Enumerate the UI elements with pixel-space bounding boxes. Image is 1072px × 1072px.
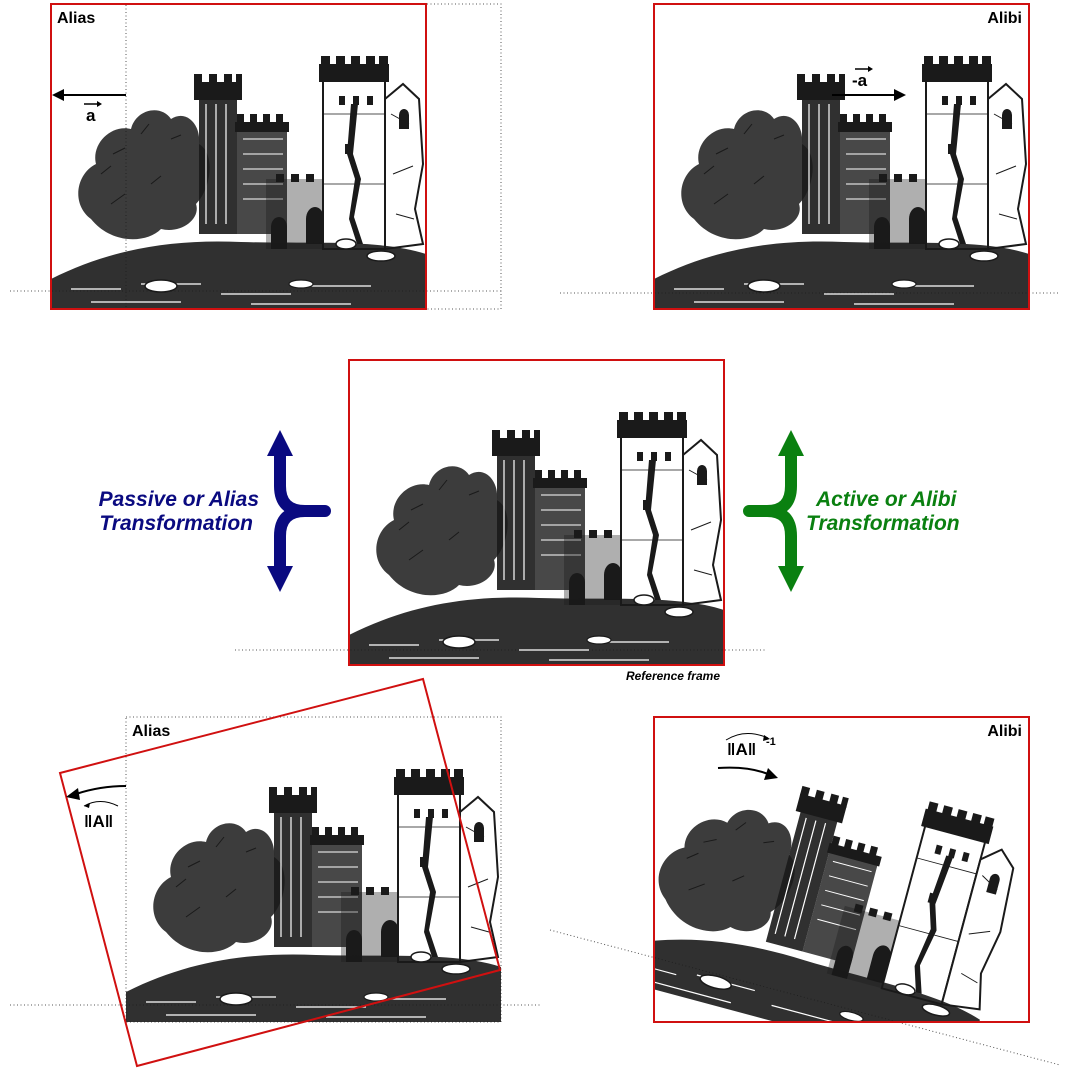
panel-center-reference: Reference frame [235,359,765,683]
fork-arrow-icon [274,444,331,578]
arrowhead-up-icon [778,430,804,456]
reference-frame-caption: Reference frame [626,669,720,683]
active-label-line2: Transformation [806,512,960,535]
rotation-arrow [75,785,127,795]
passive-label-line2: Transformation [99,512,253,535]
arrowhead-down-icon [778,566,804,592]
panel-title: Alias [132,723,170,740]
active-label-line1: Active or Alibi [815,488,958,511]
panel-title: Alibi [987,723,1022,740]
castle-illustration [348,411,725,666]
arrowhead-icon [52,89,64,101]
castle-illustration [653,55,1030,310]
panel-bottom-left-alias: Alias ‖A‖ [10,677,540,1068]
operator-superscript: -1 [766,736,776,748]
panel-top-left-alias: Alias a [10,3,502,310]
arrowhead-icon [66,788,80,800]
castle-illustration [654,730,1029,1022]
arrowhead-icon [894,89,906,101]
panel-bottom-right-alibi: Alibi ‖A‖ -1 [549,716,1061,1066]
vector-label: -a [852,71,868,90]
overbar-arrow-icon [97,101,102,107]
alias-alibi-diagram: Alias a Alibi -a Reference frame Passive… [10,3,1061,1068]
operator-label: ‖A‖ [727,740,756,759]
panel-title: Alias [57,10,95,27]
passive-transform-fork: Passive or Alias Transformation [99,430,331,592]
panel-top-right-alibi: Alibi -a [560,3,1060,310]
vector-label: a [86,106,96,125]
passive-label-line1: Passive or Alias [99,488,259,511]
rotation-arrow [717,766,769,775]
arrowhead-up-icon [267,430,293,456]
arrowhead-icon [764,768,778,780]
fork-arrow-icon [743,444,797,578]
active-transform-fork: Active or Alibi Transformation [743,430,960,592]
arrowhead-down-icon [267,566,293,592]
operator-label: ‖A‖ [84,812,113,831]
castle-illustration [50,55,427,310]
overbar-arrow-icon [868,66,873,72]
rotated-castle-viewport [654,730,1029,1022]
panel-title: Alibi [987,10,1022,27]
